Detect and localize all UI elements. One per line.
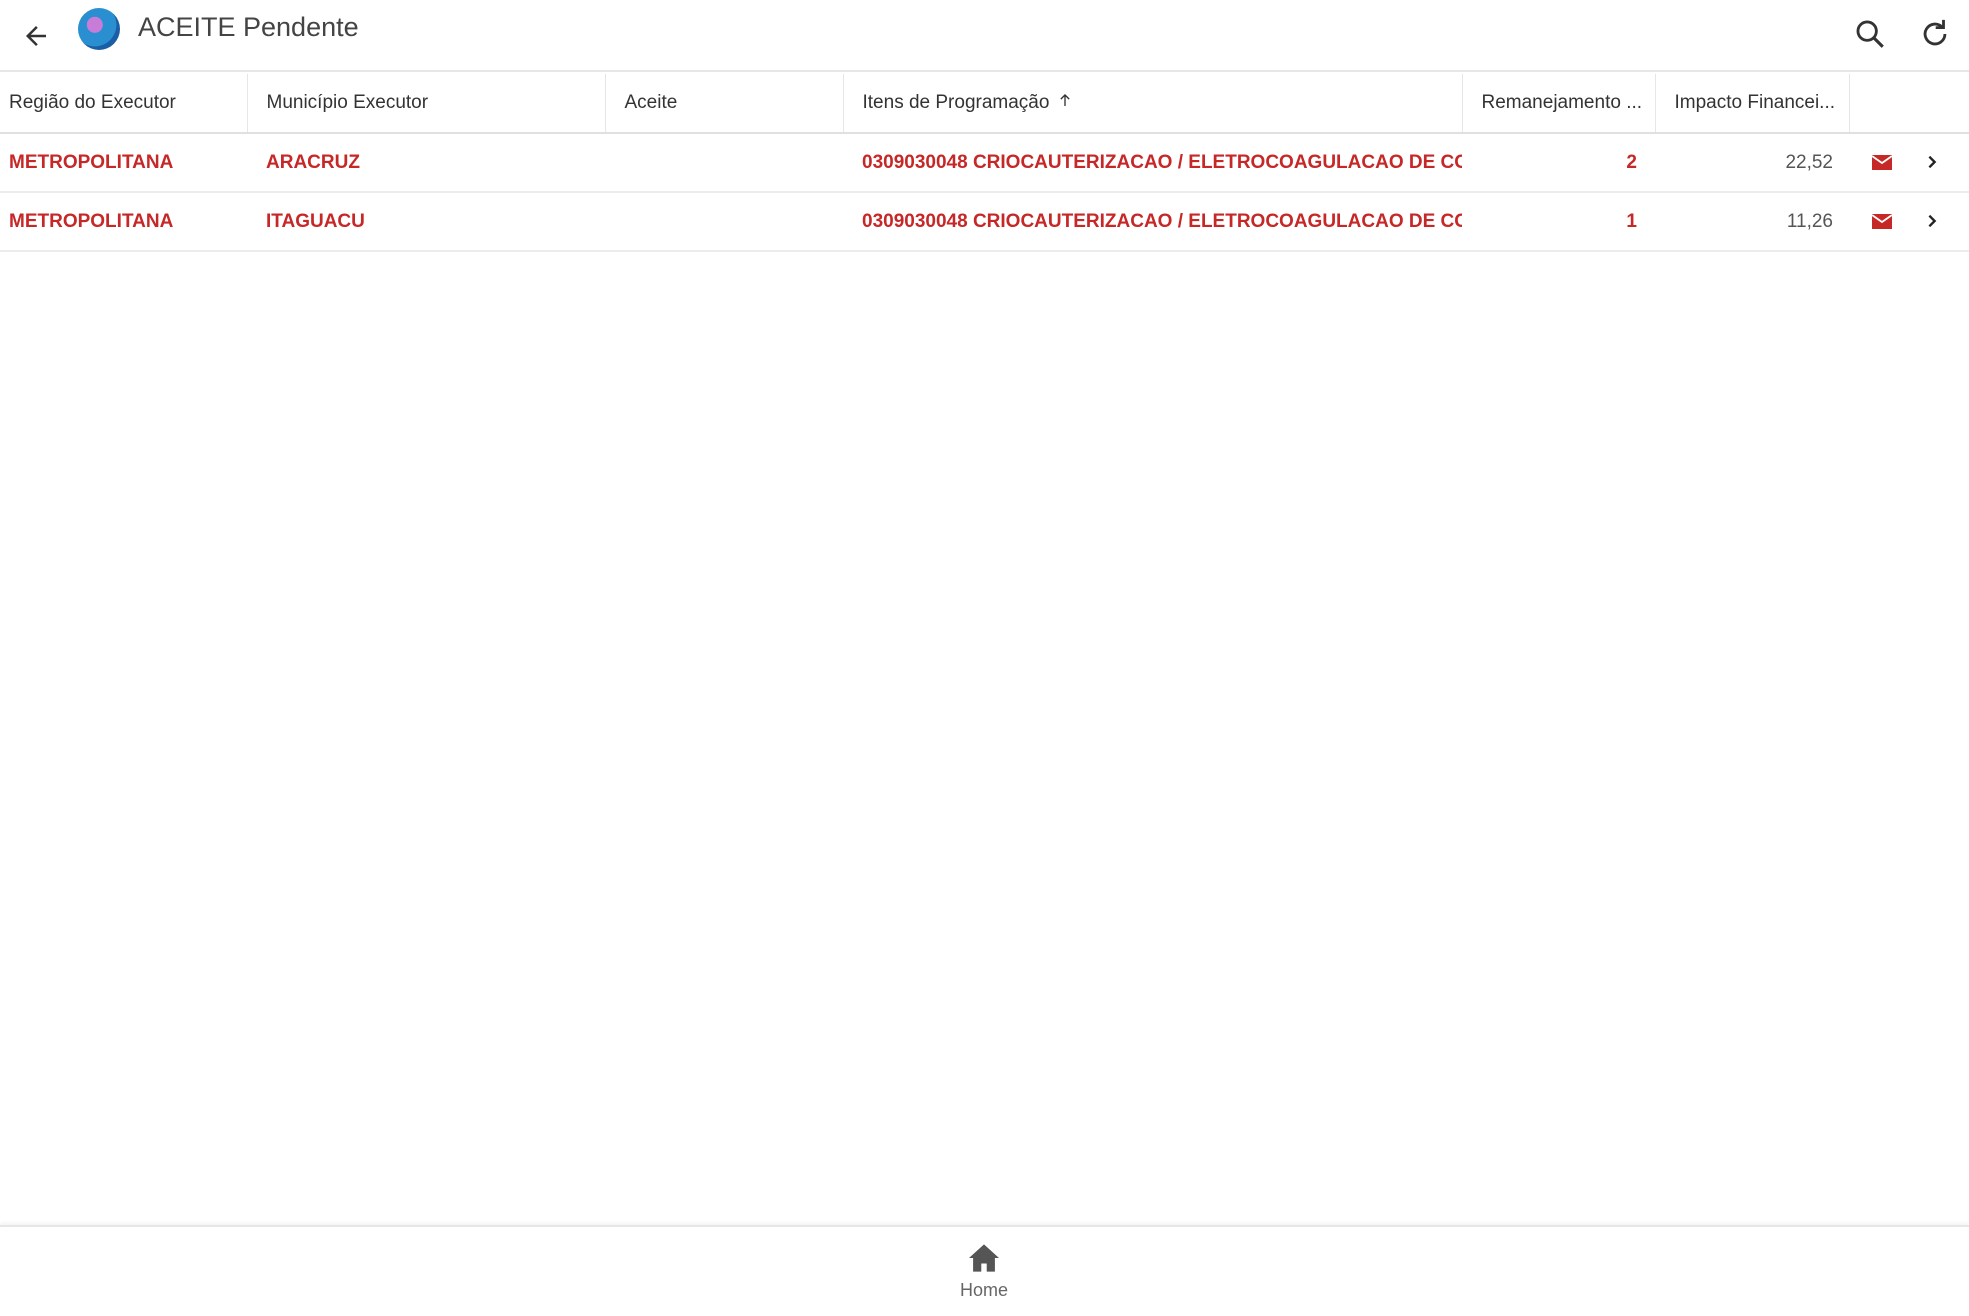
pending-acceptance-table: Região do Executor Município Executor Ac… bbox=[0, 74, 1969, 252]
cell-aceite bbox=[605, 133, 843, 193]
app-logo bbox=[78, 8, 120, 50]
cell-itens: 0309030048 CRIOCAUTERIZACAO / ELETROCOAG… bbox=[843, 192, 1462, 252]
cell-itens: 0309030048 CRIOCAUTERIZACAO / ELETROCOAG… bbox=[843, 133, 1462, 193]
column-label: Impacto Financei... bbox=[1674, 92, 1836, 113]
sort-ascending-icon bbox=[1060, 94, 1071, 106]
column-label: Remanejamento ... bbox=[1481, 92, 1643, 113]
bottom-navigation: Home bbox=[0, 1225, 1969, 1316]
column-header-aceite[interactable]: Aceite bbox=[605, 74, 844, 134]
cell-remanejamento: 2 bbox=[1462, 133, 1655, 193]
cell-aceite bbox=[605, 192, 843, 252]
home-icon bbox=[969, 1244, 999, 1272]
refresh-icon bbox=[1923, 19, 1947, 46]
cell-impacto: 11,26 bbox=[1655, 192, 1849, 252]
email-icon[interactable] bbox=[1871, 153, 1893, 171]
cell-remanejamento: 1 bbox=[1462, 192, 1655, 252]
column-header-actions bbox=[1849, 74, 1969, 134]
column-label: Aceite bbox=[624, 92, 678, 113]
email-icon[interactable] bbox=[1871, 212, 1893, 230]
cell-municipio: ITAGUACU bbox=[247, 192, 605, 252]
search-button[interactable] bbox=[1846, 10, 1894, 58]
home-label: Home bbox=[959, 1280, 1008, 1300]
column-label: Região do Executor bbox=[9, 92, 176, 113]
column-header-municipio[interactable]: Município Executor bbox=[247, 74, 606, 134]
cell-regiao: METROPOLITANA bbox=[0, 133, 247, 193]
cell-impacto: 22,52 bbox=[1655, 133, 1849, 193]
column-label: Município Executor bbox=[266, 92, 429, 113]
chevron-right-icon[interactable] bbox=[1924, 213, 1940, 229]
page-title: ACEITE Pendente bbox=[138, 12, 359, 42]
row-actions bbox=[1849, 192, 1969, 252]
cell-municipio: ARACRUZ bbox=[247, 133, 605, 193]
home-nav-button[interactable]: Home bbox=[944, 1243, 1024, 1301]
column-header-itens[interactable]: Itens de Programação bbox=[843, 74, 1463, 134]
cell-regiao: METROPOLITANA bbox=[0, 192, 247, 252]
table-header-row: Região do Executor Município Executor Ac… bbox=[0, 74, 1969, 134]
column-header-regiao[interactable]: Região do Executor bbox=[0, 74, 248, 134]
arrow-left-icon bbox=[26, 26, 46, 46]
search-icon bbox=[1856, 20, 1884, 48]
row-actions bbox=[1849, 133, 1969, 193]
column-header-impacto[interactable]: Impacto Financei... bbox=[1655, 74, 1850, 134]
column-header-remanejamento[interactable]: Remanejamento ... bbox=[1462, 74, 1656, 134]
chevron-right-icon[interactable] bbox=[1924, 154, 1940, 170]
refresh-button[interactable] bbox=[1911, 10, 1959, 58]
app-bar: ACEITE Pendente bbox=[0, 0, 1969, 72]
table-row[interactable]: METROPOLITANA ITAGUACU 0309030048 CRIOCA… bbox=[0, 192, 1969, 252]
table-row[interactable]: METROPOLITANA ARACRUZ 0309030048 CRIOCAU… bbox=[0, 133, 1969, 193]
back-button[interactable] bbox=[12, 12, 60, 60]
column-label: Itens de Programação bbox=[862, 92, 1050, 113]
